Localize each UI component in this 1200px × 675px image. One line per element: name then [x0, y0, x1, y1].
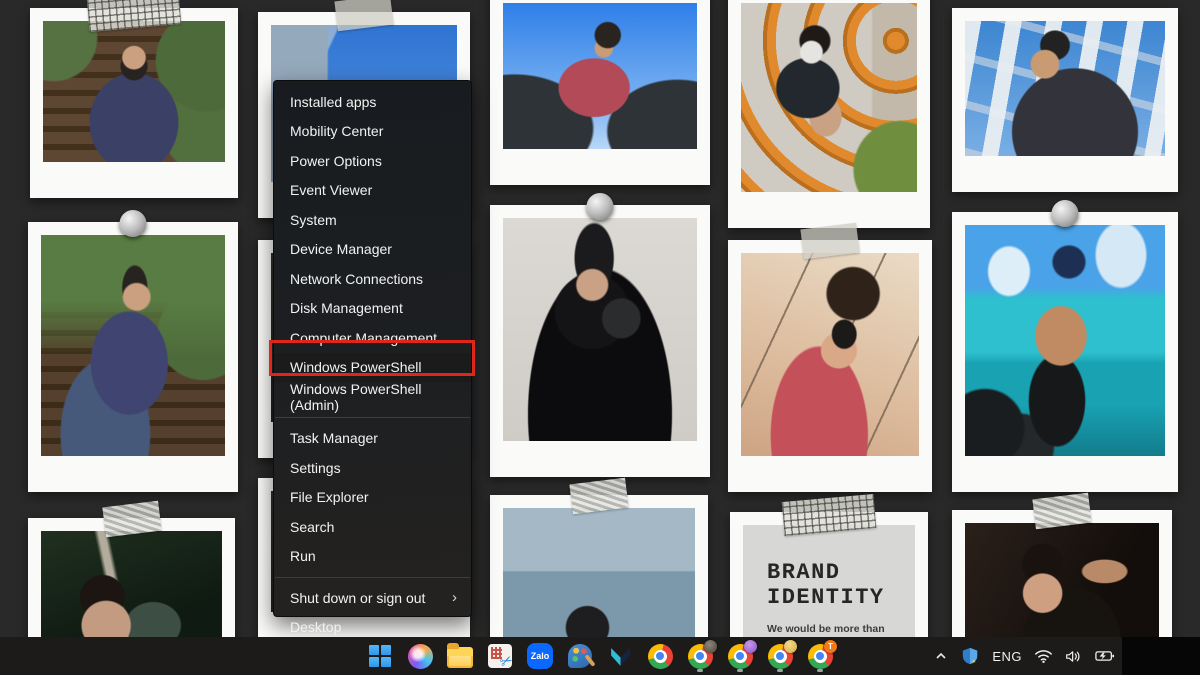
menu-item-system[interactable]: System: [274, 205, 471, 235]
menu-item-label: Shut down or sign out: [290, 589, 426, 606]
chrome-profile-badge: T: [824, 640, 837, 653]
menu-item-run[interactable]: Run: [274, 542, 471, 572]
photo-image: [965, 21, 1165, 156]
menu-item-computer-management[interactable]: Computer Management: [274, 323, 471, 353]
photo-polaroid-12: [952, 200, 1178, 492]
photo-image: [41, 531, 222, 652]
photo-image: [741, 253, 919, 456]
chrome-profile-badge: [704, 640, 717, 653]
copilot-icon: [407, 643, 433, 669]
battery-charging-icon: [1095, 651, 1115, 661]
menu-item-network-connections[interactable]: Network Connections: [274, 264, 471, 294]
chrome-profile1-button[interactable]: [684, 639, 717, 673]
photo-polaroid-9: [728, 222, 932, 492]
photo-image: [43, 21, 225, 162]
desktop: BRAND IDENTITY We would be more than hap…: [0, 0, 1200, 675]
v-shaped-app-icon: [608, 644, 633, 669]
volume-button[interactable]: [1062, 641, 1085, 671]
show-hidden-icons-button[interactable]: [931, 641, 951, 671]
menu-item-search[interactable]: Search: [274, 512, 471, 542]
wifi-icon: [1035, 649, 1052, 663]
zalo-button[interactable]: Zalo: [524, 639, 556, 673]
speaker-icon: [1066, 650, 1080, 662]
brand-card-title: BRAND IDENTITY: [767, 560, 885, 610]
zalo-icon: Zalo: [527, 643, 553, 669]
photo-image: [965, 523, 1159, 644]
photo-image: [503, 3, 697, 149]
submenu-chevron-icon: ›: [452, 589, 457, 607]
chrome-icon: [647, 643, 673, 669]
taskbar: Zalo: [0, 637, 1200, 675]
file-explorer-icon: [447, 643, 473, 668]
chrome-profile2-button[interactable]: [724, 639, 757, 673]
winx-menu: Installed apps Mobility Center Power Opt…: [273, 80, 472, 635]
snipping-tool-button[interactable]: [484, 639, 516, 673]
photo-polaroid-8: [728, 0, 930, 228]
menu-separator: [275, 576, 470, 578]
chevron-up-icon: [936, 652, 946, 659]
menu-item-task-manager[interactable]: Task Manager: [274, 424, 471, 454]
menu-item-event-viewer[interactable]: Event Viewer: [274, 176, 471, 206]
menu-item-mobility-center[interactable]: Mobility Center: [274, 117, 471, 147]
photo-image: [965, 225, 1165, 456]
pin-decoration: [586, 193, 614, 220]
menu-item-power-options[interactable]: Power Options: [274, 146, 471, 176]
chrome-profile4-button[interactable]: T: [804, 639, 837, 673]
windows-start-icon: [369, 645, 391, 667]
photo-image: [41, 235, 225, 456]
menu-item-disk-management[interactable]: Disk Management: [274, 294, 471, 324]
menu-item-file-explorer[interactable]: File Explorer: [274, 483, 471, 513]
menu-item-device-manager[interactable]: Device Manager: [274, 235, 471, 265]
menu-item-windows-powershell[interactable]: Windows PowerShell: [274, 352, 471, 382]
language-indicator[interactable]: ENG: [989, 641, 1025, 671]
start-button[interactable]: [364, 639, 396, 673]
menu-item-windows-powershell-admin[interactable]: Windows PowerShell (Admin): [274, 381, 471, 413]
battery-button[interactable]: [1092, 641, 1118, 671]
menu-item-settings[interactable]: Settings: [274, 453, 471, 483]
file-explorer-button[interactable]: [444, 639, 476, 673]
photo-image: [741, 3, 917, 192]
photo-image: [503, 218, 697, 441]
wifi-button[interactable]: [1032, 641, 1055, 671]
snipping-tool-icon: [488, 644, 512, 668]
security-shield-icon: [963, 647, 978, 665]
chrome-button[interactable]: [644, 639, 676, 673]
paint-icon: [568, 644, 592, 668]
taskbar-center-icons: Zalo: [364, 637, 837, 675]
system-tray: ENG: [931, 637, 1118, 675]
menu-item-shut-down-or-sign-out[interactable]: Shut down or sign out ›: [274, 583, 471, 613]
running-indicator: [817, 669, 823, 672]
windows-security-button[interactable]: [958, 641, 982, 671]
photo-polaroid-1: [30, 0, 238, 198]
running-indicator: [777, 669, 783, 672]
taskbar-corner-block: [1122, 637, 1200, 675]
menu-separator: [275, 417, 470, 418]
v-app-button[interactable]: [604, 639, 636, 673]
photo-image: [503, 508, 695, 644]
photo-polaroid-6: [490, 193, 710, 477]
running-indicator: [697, 669, 703, 672]
menu-item-installed-apps[interactable]: Installed apps: [274, 87, 471, 117]
photo-polaroid-5: [490, 0, 710, 185]
pin-decoration: [1051, 200, 1079, 227]
paint-button[interactable]: [564, 639, 596, 673]
photo-polaroid-2: [28, 210, 238, 492]
pin-decoration: [119, 210, 147, 237]
photo-polaroid-11: [952, 8, 1178, 192]
copilot-button[interactable]: [404, 639, 436, 673]
chrome-profile-badge: [744, 640, 757, 653]
chrome-profile3-button[interactable]: [764, 639, 797, 673]
chrome-profile-badge: [784, 640, 797, 653]
running-indicator: [737, 669, 743, 672]
